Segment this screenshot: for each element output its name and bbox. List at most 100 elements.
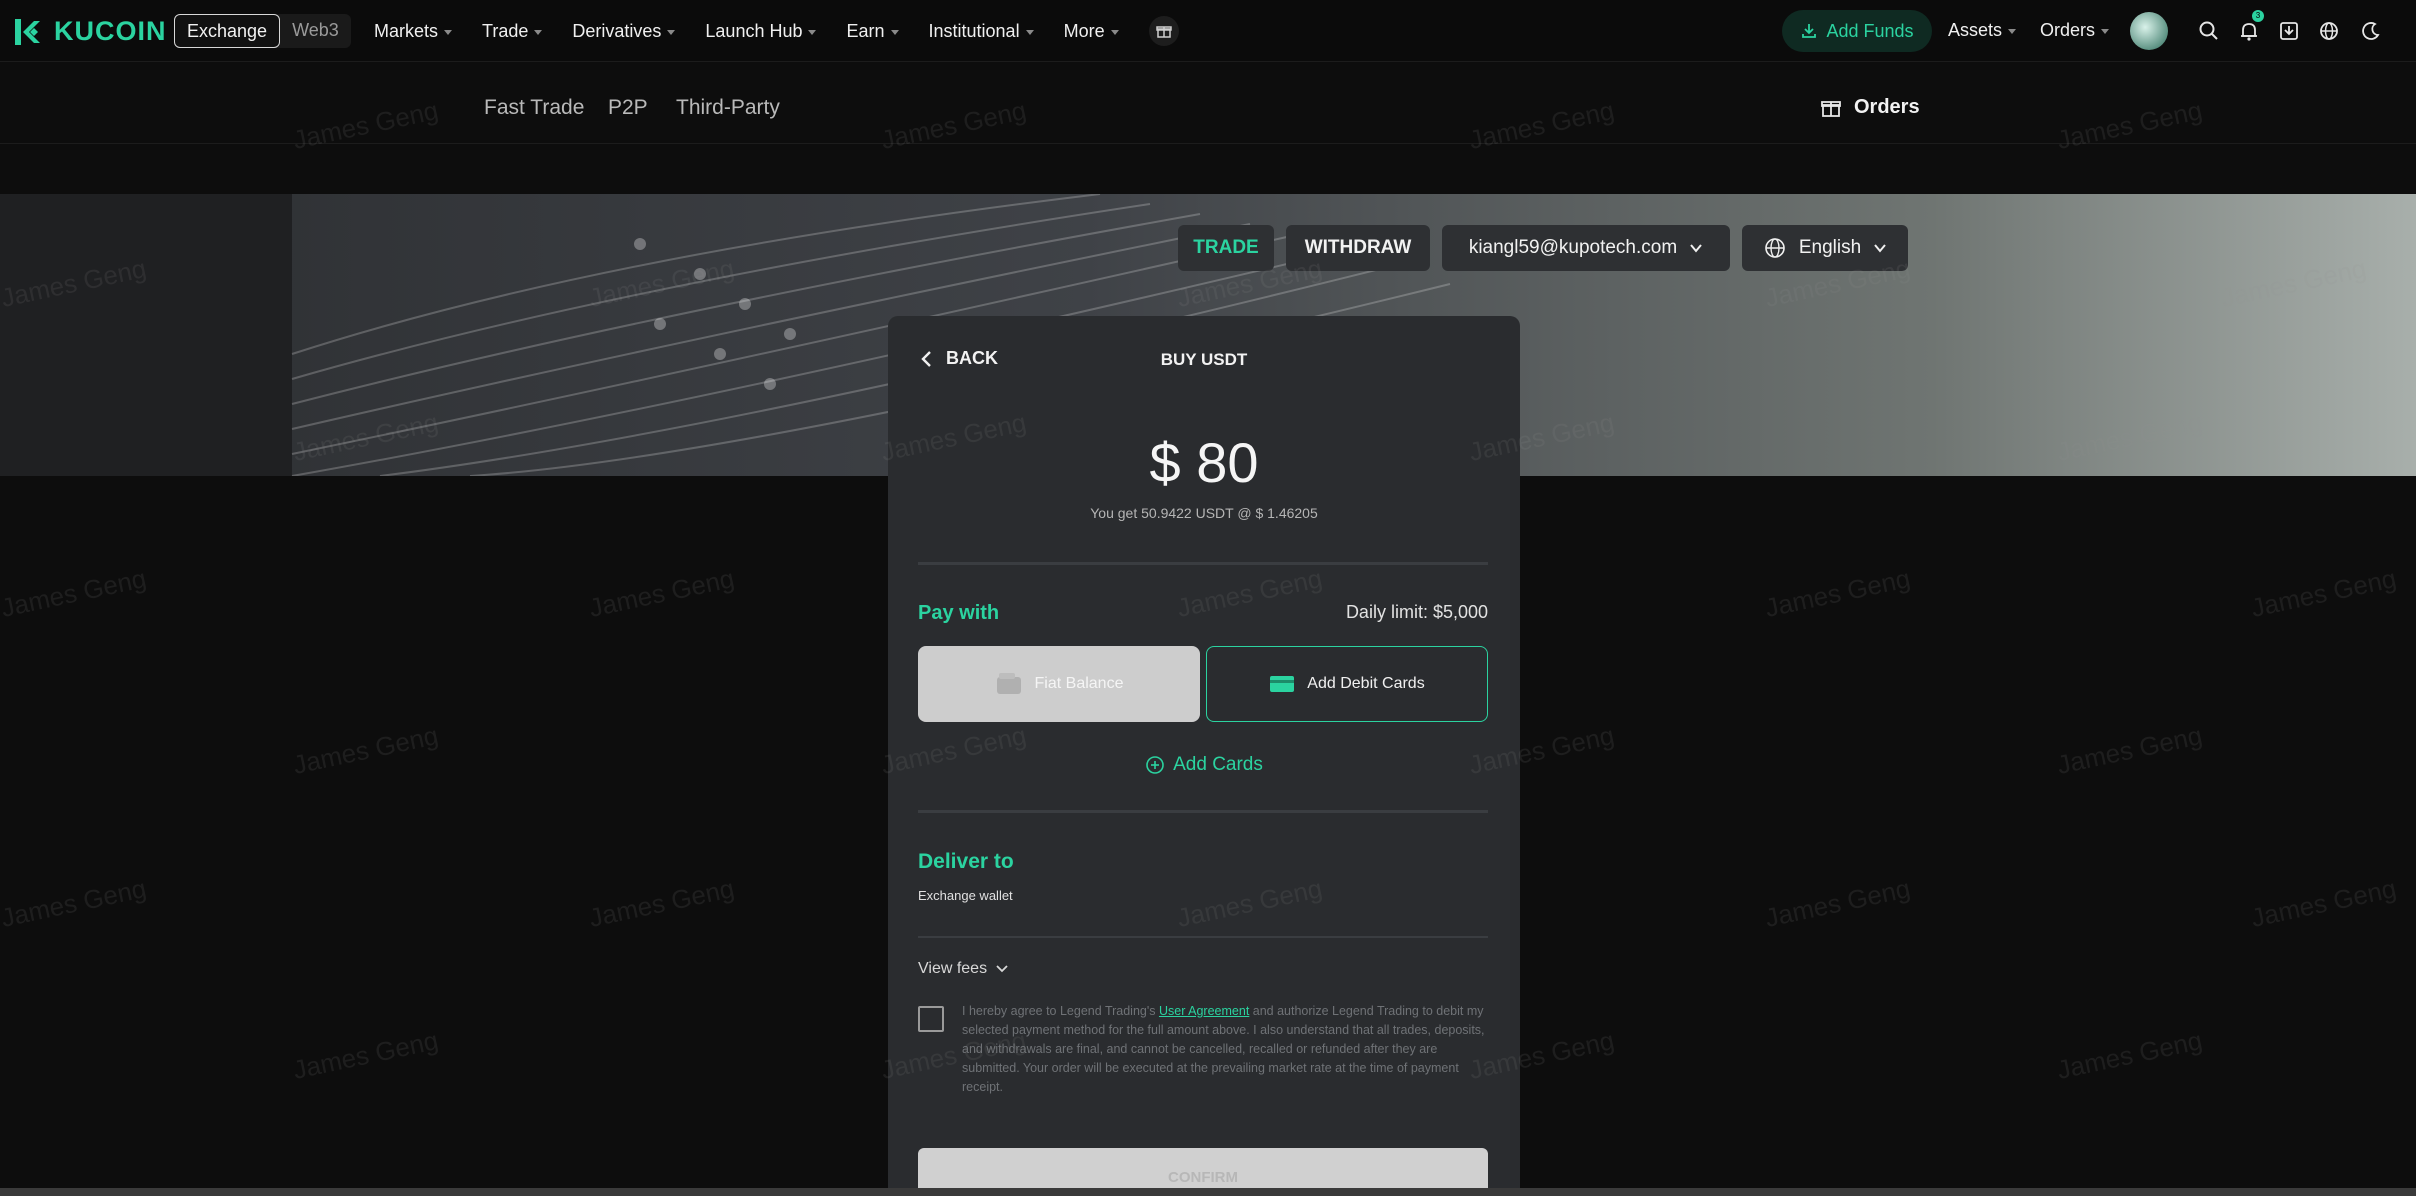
watermark: James Geng — [2054, 720, 2205, 781]
menu-label: Launch Hub — [705, 20, 803, 41]
chevron-down-icon — [996, 965, 1008, 973]
caret-down-icon — [1025, 29, 1034, 35]
agreement-checkbox[interactable] — [918, 1006, 944, 1032]
user-agreement-link[interactable]: User Agreement — [1159, 1004, 1249, 1018]
caret-down-icon — [808, 29, 817, 35]
gift-button[interactable] — [1148, 16, 1179, 46]
menu-institutional[interactable]: Institutional — [929, 21, 1034, 42]
watermark: James Geng — [586, 563, 737, 624]
deliver-to-label: Deliver to — [918, 850, 1014, 873]
gift-icon — [1155, 26, 1172, 38]
menu-trade[interactable]: Trade — [482, 20, 543, 42]
menu-label: Derivatives — [572, 20, 662, 41]
bottom-scroll-bar — [0, 1188, 2416, 1196]
add-debit-cards-option[interactable]: Add Debit Cards — [1206, 646, 1488, 722]
caret-down-icon — [534, 29, 543, 35]
menu-label: Trade — [482, 20, 529, 41]
page: KUCOIN Exchange Web3 Markets Trade Deriv… — [0, 0, 2416, 1196]
kucoin-logo[interactable]: KUCOIN — [12, 16, 167, 47]
divider — [918, 810, 1488, 813]
menu-earn[interactable]: Earn — [846, 20, 899, 42]
add-funds-label: Add Funds — [1826, 20, 1914, 41]
wallet-icon — [996, 673, 1021, 694]
fiat-balance-option[interactable]: Fiat Balance — [918, 646, 1200, 722]
caret-down-icon — [2008, 29, 2017, 34]
exchange-toggle[interactable]: Exchange — [174, 14, 281, 48]
hero-action-buttons: TRADE WITHDRAW kiangl59@kupotech.com Eng… — [1178, 225, 1908, 271]
watermark: James Geng — [1762, 873, 1913, 934]
add-debit-cards-label: Add Debit Cards — [1307, 675, 1425, 692]
sub-navbar: Fast Trade P2P Third-Party Orders — [0, 74, 2416, 144]
trade-button[interactable]: TRADE — [1178, 225, 1274, 271]
tab-p2p[interactable]: P2P — [608, 96, 648, 120]
daily-limit: Daily limit: $5,000 — [1345, 602, 1488, 622]
tab-fast-trade[interactable]: Fast Trade — [484, 96, 584, 120]
web3-toggle[interactable]: Web3 — [280, 14, 351, 48]
avatar[interactable] — [2130, 12, 2168, 50]
watermark: James Geng — [1762, 563, 1913, 624]
orders-link-label: Orders — [1854, 96, 1920, 118]
main-menu: Markets Trade Derivatives Launch Hub Ear… — [374, 0, 1179, 62]
assets-menu[interactable]: Assets — [1948, 20, 2017, 41]
watermark: James Geng — [290, 720, 441, 781]
language-label: English — [1798, 237, 1862, 258]
buy-usdt-card: BACK BUY USDT $ 80 You get 50.9422 USDT … — [888, 316, 1520, 1196]
kucoin-logo-icon — [15, 18, 40, 45]
watermark: James Geng — [0, 873, 149, 934]
watermark: James Geng — [586, 873, 737, 934]
divider — [918, 936, 1488, 938]
tab-third-party[interactable]: Third-Party — [676, 96, 780, 120]
exchange-web3-switch: Exchange Web3 — [174, 14, 351, 48]
chevron-down-icon — [1690, 244, 1702, 253]
download-arrow-icon — [1802, 24, 1817, 38]
agreement-text: I hereby agree to Legend Trading's User … — [962, 1002, 1490, 1097]
watermark: James Geng — [2248, 873, 2399, 934]
caret-down-icon — [1110, 29, 1119, 35]
caret-down-icon — [667, 29, 676, 35]
menu-label: Earn — [846, 20, 885, 41]
agreement-prefix: I hereby agree to Legend Trading's — [962, 1004, 1159, 1018]
purchase-amount: $ 80 — [1149, 431, 1259, 494]
caret-down-icon — [2101, 29, 2110, 34]
view-fees-toggle[interactable]: View fees — [918, 960, 1009, 978]
orders-link[interactable]: Orders — [1820, 96, 1920, 119]
menu-label: Markets — [374, 20, 439, 41]
divider — [918, 562, 1488, 565]
search-icon[interactable] — [2198, 20, 2220, 42]
watermark: James Geng — [2248, 563, 2399, 624]
bell-icon[interactable] — [2238, 20, 2260, 42]
orders-label: Orders — [2040, 20, 2096, 40]
menu-derivatives[interactable]: Derivatives — [572, 20, 676, 42]
menu-label: More — [1063, 20, 1105, 41]
add-cards-label: Add Cards — [1173, 754, 1263, 775]
delivery-wallet: Exchange wallet — [918, 888, 1013, 903]
add-funds-button[interactable]: Add Funds — [1782, 10, 1932, 52]
assets-label: Assets — [1948, 20, 2003, 40]
brand-name: KUCOIN — [54, 16, 167, 46]
watermark: James Geng — [290, 1025, 441, 1086]
add-cards-link[interactable]: Add Cards — [888, 754, 1520, 776]
menu-launch-hub[interactable]: Launch Hub — [705, 20, 817, 42]
menu-markets[interactable]: Markets — [374, 20, 453, 42]
chevron-down-icon — [1874, 244, 1886, 253]
download-icon[interactable] — [2278, 20, 2300, 42]
card-title: BUY USDT — [1160, 350, 1248, 369]
plus-circle-icon — [1146, 756, 1164, 774]
globe-icon[interactable] — [2318, 20, 2340, 42]
moon-icon[interactable] — [2360, 20, 2382, 42]
pay-with-label: Pay with — [918, 602, 1000, 624]
account-email-dropdown[interactable]: kiangl59@kupotech.com — [1442, 225, 1730, 271]
menu-more[interactable]: More — [1064, 21, 1119, 42]
globe-icon — [1765, 238, 1785, 258]
top-navbar: KUCOIN Exchange Web3 Markets Trade Deriv… — [0, 0, 2416, 62]
language-dropdown[interactable]: English — [1742, 225, 1908, 271]
menu-label: Institutional — [928, 20, 1020, 41]
gift-box-icon — [1821, 100, 1841, 117]
withdraw-button[interactable]: WITHDRAW — [1286, 225, 1430, 271]
orders-menu[interactable]: Orders — [2040, 20, 2110, 41]
watermark: James Geng — [0, 563, 149, 624]
watermark: James Geng — [2054, 1025, 2205, 1086]
notification-badge: 3 — [2252, 10, 2264, 22]
caret-down-icon — [890, 29, 899, 35]
account-email: kiangl59@kupotech.com — [1468, 237, 1678, 258]
